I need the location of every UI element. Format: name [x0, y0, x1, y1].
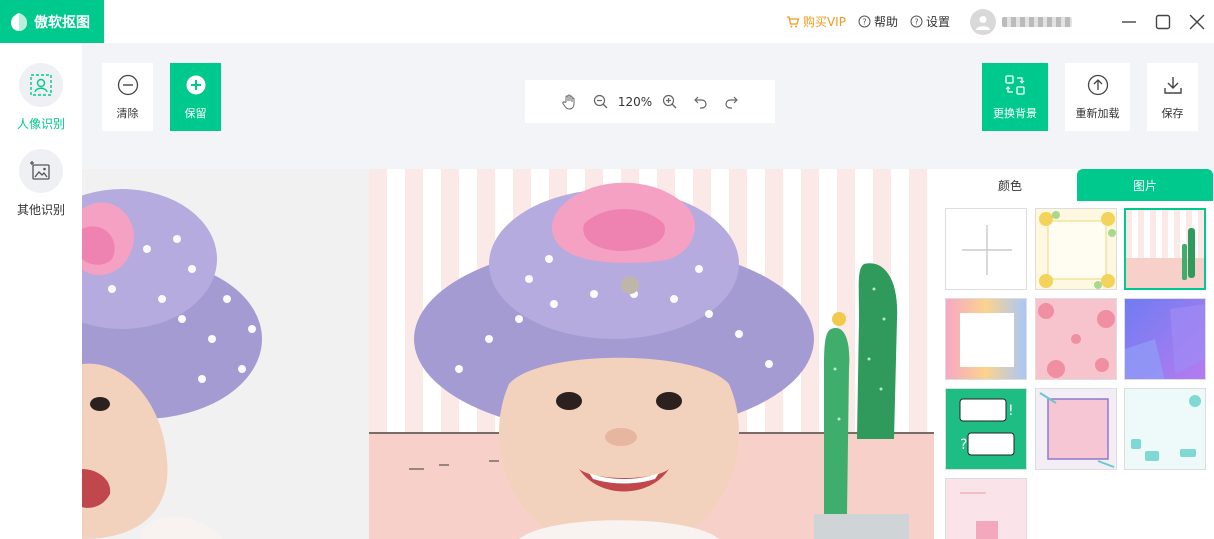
workspace: 清除 保留 120% 更换背景 重新加载 保存 颜色 图片 ! ?: [82, 43, 1214, 539]
svg-text:!: !: [1008, 403, 1014, 419]
titlebar-actions: 购买VIP ? 帮助 ? 设置: [786, 0, 1214, 43]
username-blurred: [1002, 16, 1072, 27]
zoom-in-icon: [663, 94, 677, 109]
help-link[interactable]: ? 帮助: [858, 13, 898, 30]
upload-circle-icon: [1087, 74, 1108, 95]
zoom-value: 120%: [617, 94, 653, 109]
save-button[interactable]: 保存: [1147, 63, 1198, 131]
pink-card-image: [960, 313, 1014, 367]
tab-color-label: 颜色: [997, 178, 1022, 193]
help-icon: ?: [858, 15, 871, 28]
logo-icon: [11, 12, 27, 31]
floral-frame-image: [1039, 211, 1116, 289]
portrait-icon: [30, 74, 52, 96]
bg-thumb-mint-shapes[interactable]: [1124, 388, 1206, 470]
sidebar-item-label: 其他识别: [16, 203, 65, 217]
svg-text:?: ?: [960, 437, 967, 453]
clear-label: 清除: [116, 106, 139, 120]
keep-label: 保留: [184, 106, 207, 120]
zoom-toolbar: 120%: [525, 80, 775, 123]
bg-thumb-green-speech[interactable]: ! ?: [945, 388, 1027, 470]
tab-color[interactable]: 颜色: [942, 169, 1078, 201]
hand-icon: [562, 94, 575, 110]
pan-button[interactable]: [561, 94, 577, 110]
change-background-button[interactable]: 更换背景: [982, 63, 1048, 131]
redo-button[interactable]: [724, 94, 739, 109]
app-window: 傲软抠图 购买VIP ? 帮助 ? 设置 人像识别 其他识别 清除 保留 120…: [0, 0, 1214, 539]
minus-circle-icon: [117, 74, 138, 95]
user-avatar[interactable]: [970, 8, 996, 35]
swap-background-icon: [1005, 74, 1025, 95]
reload-button[interactable]: 重新加载: [1065, 63, 1130, 131]
minimize-icon: [1122, 20, 1136, 23]
maximize-icon: [1155, 14, 1171, 29]
settings-icon: ?: [910, 15, 923, 28]
image-plus-icon: [30, 161, 50, 180]
app-title: 傲软抠图: [34, 14, 90, 31]
cactus-background-image: [1126, 228, 1204, 288]
settings-link[interactable]: ? 设置: [910, 13, 950, 30]
settings-label: 设置: [925, 15, 950, 29]
sidebar-icon-circle: [19, 149, 63, 193]
download-icon: [1163, 76, 1182, 94]
bg-thumb-pink-frame[interactable]: [1035, 388, 1117, 470]
change-background-label: 更换背景: [993, 106, 1037, 120]
bg-thumb-pink-roses[interactable]: [1035, 298, 1117, 380]
sidebar: 人像识别 其他识别: [0, 43, 82, 539]
app-logo: 傲软抠图: [0, 0, 104, 43]
original-image-canvas[interactable]: [82, 169, 369, 539]
purple-geometric-image: [1125, 304, 1205, 379]
buy-vip-label: 购买VIP: [802, 15, 846, 29]
background-panel: 颜色 图片 ! ?: [934, 169, 1214, 539]
baby-photo-original: [82, 189, 262, 539]
svg-text:?: ?: [914, 18, 918, 27]
plus-icon: [962, 225, 1012, 275]
sidebar-item-label: 人像识别: [16, 117, 65, 131]
minimize-button[interactable]: [1116, 9, 1142, 35]
help-label: 帮助: [873, 15, 898, 29]
bg-thumb-purple-geometric[interactable]: [1124, 298, 1206, 380]
bg-thumb-pink-card[interactable]: [945, 298, 1027, 380]
close-button[interactable]: [1184, 9, 1210, 35]
zoom-out-icon: [593, 94, 608, 109]
svg-text:?: ?: [862, 18, 866, 27]
sidebar-icon-circle: [19, 63, 63, 107]
undo-button[interactable]: [693, 94, 708, 109]
result-image-canvas[interactable]: [369, 169, 934, 539]
reload-label: 重新加载: [1075, 106, 1120, 120]
baby-photo-result: [409, 182, 909, 539]
keep-button[interactable]: 保留: [170, 63, 221, 131]
pink-roses-image: [1038, 303, 1115, 378]
clear-button[interactable]: 清除: [102, 63, 153, 131]
pink-frame-image: [1039, 392, 1115, 468]
buy-vip-link[interactable]: 购买VIP: [786, 13, 846, 30]
pink-product-image: [960, 492, 999, 539]
tab-image[interactable]: 图片: [1077, 169, 1213, 201]
cart-icon: [786, 15, 800, 27]
speech-bubbles-image: ! ?: [959, 398, 1015, 456]
redo-icon: [725, 96, 739, 109]
add-background-button[interactable]: [945, 208, 1027, 290]
close-icon: [1189, 14, 1205, 29]
mint-shapes-image: [1131, 395, 1201, 461]
bg-thumb-cactus[interactable]: [1124, 208, 1206, 290]
sidebar-item-portrait[interactable]: 人像识别: [0, 63, 82, 132]
save-label: 保存: [1161, 106, 1184, 120]
zoom-in-button[interactable]: [662, 94, 677, 109]
tab-image-label: 图片: [1132, 178, 1157, 193]
sidebar-item-other[interactable]: 其他识别: [0, 149, 82, 218]
zoom-out-button[interactable]: [593, 94, 608, 109]
undo-icon: [694, 96, 707, 109]
plus-circle-icon: [186, 75, 205, 94]
bg-thumb-floral-frame[interactable]: [1035, 208, 1117, 290]
maximize-button[interactable]: [1150, 9, 1176, 35]
user-icon: [976, 15, 990, 30]
bg-thumb-pink-product[interactable]: [945, 478, 1027, 539]
